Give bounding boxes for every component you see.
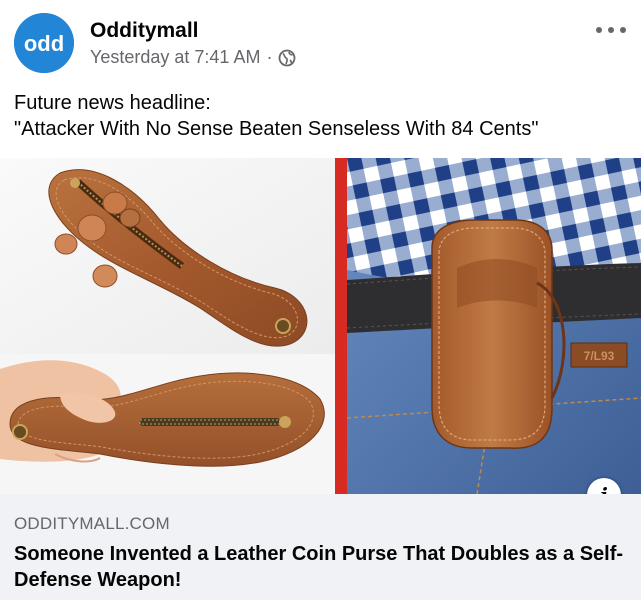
post-timestamp[interactable]: Yesterday at 7:41 AM (90, 47, 260, 68)
author-name[interactable]: Odditymall (90, 19, 199, 43)
svg-text:7/L93: 7/L93 (584, 349, 615, 363)
post-caption: Future news headline: "Attacker With No … (14, 90, 634, 142)
avatar[interactable]: odd (14, 13, 74, 73)
purse-with-coins-image[interactable] (0, 158, 335, 354)
link-domain: ODDITYMALL.COM (14, 514, 170, 533)
meta-separator: · (266, 47, 273, 67)
facebook-post: odd Odditymall Yesterday at 7:41 AM · Fu… (0, 0, 641, 600)
hand-holding-purse-image[interactable] (0, 354, 335, 494)
caption-line-2: "Attacker With No Sense Beaten Senseless… (14, 118, 539, 140)
link-title[interactable]: Someone Invented a Leather Coin Purse Th… (14, 541, 629, 593)
post-meta: Yesterday at 7:41 AM · (90, 47, 296, 68)
more-options-icon[interactable] (596, 20, 626, 40)
odditymall-logo-icon: odd (14, 13, 74, 73)
image-divider (335, 158, 347, 494)
svg-text:odd: odd (24, 31, 64, 56)
purse-on-belt-image[interactable]: 7/L93 (347, 158, 641, 494)
caption-line-1: Future news headline: (14, 92, 211, 114)
globe-icon (279, 49, 296, 66)
post-header: odd Odditymall Yesterday at 7:41 AM · (0, 0, 641, 82)
post-images[interactable]: 7/L93 i (0, 158, 641, 512)
link-preview[interactable]: ODDITYMALL.COM Someone Invented a Leathe… (0, 494, 641, 600)
